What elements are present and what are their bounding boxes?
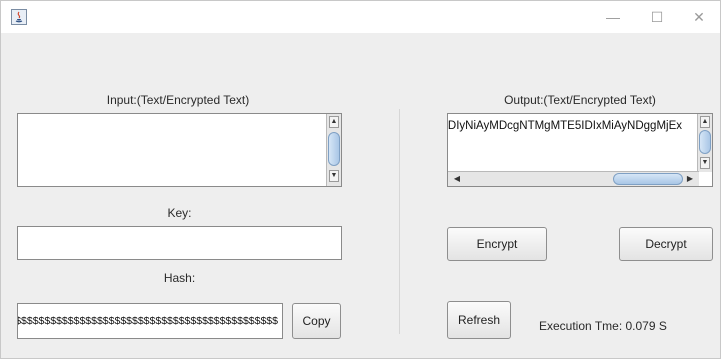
key-label: Key: bbox=[167, 206, 192, 220]
hash-field[interactable]: $$$$$$$$$$$$$$$$$$$$$$$$$$$$$$$$$$$$$$$$… bbox=[17, 303, 283, 339]
scroll-thumb[interactable] bbox=[699, 130, 711, 154]
output-value: MjEyIDIyNiAyMDcgNTMgMTE5IDIxMiAyNDggMjEx bbox=[448, 120, 682, 132]
java-app-icon bbox=[11, 9, 27, 25]
copy-button[interactable]: Copy bbox=[292, 303, 341, 339]
panel-divider bbox=[399, 109, 400, 334]
input-textarea[interactable]: ▲ ▼ bbox=[17, 113, 342, 187]
decrypt-button[interactable]: Decrypt bbox=[619, 227, 713, 261]
title-bar: — ☐ ✕ bbox=[1, 1, 720, 33]
output-horizontal-scrollbar[interactable]: ◀ ▶ bbox=[448, 171, 699, 186]
close-button[interactable]: ✕ bbox=[677, 1, 721, 33]
hash-value: $$$$$$$$$$$$$$$$$$$$$$$$$$$$$$$$$$$$$$$$… bbox=[18, 315, 278, 327]
execution-time-label: Execution Tme: 0.079 S bbox=[539, 319, 667, 333]
scroll-up-icon[interactable]: ▲ bbox=[329, 116, 339, 128]
close-icon: ✕ bbox=[693, 8, 705, 25]
scroll-down-icon[interactable]: ▼ bbox=[700, 157, 710, 169]
maximize-icon: ☐ bbox=[650, 8, 664, 25]
minimize-icon: — bbox=[606, 9, 620, 25]
horizontal-scroll-thumb[interactable] bbox=[613, 173, 683, 185]
hash-label: Hash: bbox=[163, 271, 196, 285]
scroll-right-icon[interactable]: ▶ bbox=[684, 174, 696, 184]
input-label: Input:(Text/Encrypted Text) bbox=[106, 93, 250, 107]
app-window: — ☐ ✕ Input:(Text/Encrypted Text) ▲ ▼ Ke… bbox=[0, 0, 721, 359]
scroll-down-icon[interactable]: ▼ bbox=[329, 170, 339, 182]
minimize-button[interactable]: — bbox=[591, 1, 635, 33]
key-field[interactable] bbox=[17, 226, 342, 260]
scroll-thumb[interactable] bbox=[328, 132, 340, 166]
scroll-up-icon[interactable]: ▲ bbox=[700, 116, 710, 128]
refresh-button[interactable]: Refresh bbox=[447, 301, 511, 339]
output-textarea[interactable]: MjEyIDIyNiAyMDcgNTMgMTE5IDIxMiAyNDggMjEx… bbox=[447, 113, 713, 187]
scroll-left-icon[interactable]: ◀ bbox=[451, 174, 463, 184]
input-vertical-scrollbar[interactable]: ▲ ▼ bbox=[326, 114, 341, 186]
output-vertical-scrollbar[interactable]: ▲ ▼ bbox=[697, 114, 712, 172]
output-label: Output:(Text/Encrypted Text) bbox=[504, 93, 656, 107]
maximize-button[interactable]: ☐ bbox=[635, 1, 679, 33]
encrypt-button[interactable]: Encrypt bbox=[447, 227, 547, 261]
